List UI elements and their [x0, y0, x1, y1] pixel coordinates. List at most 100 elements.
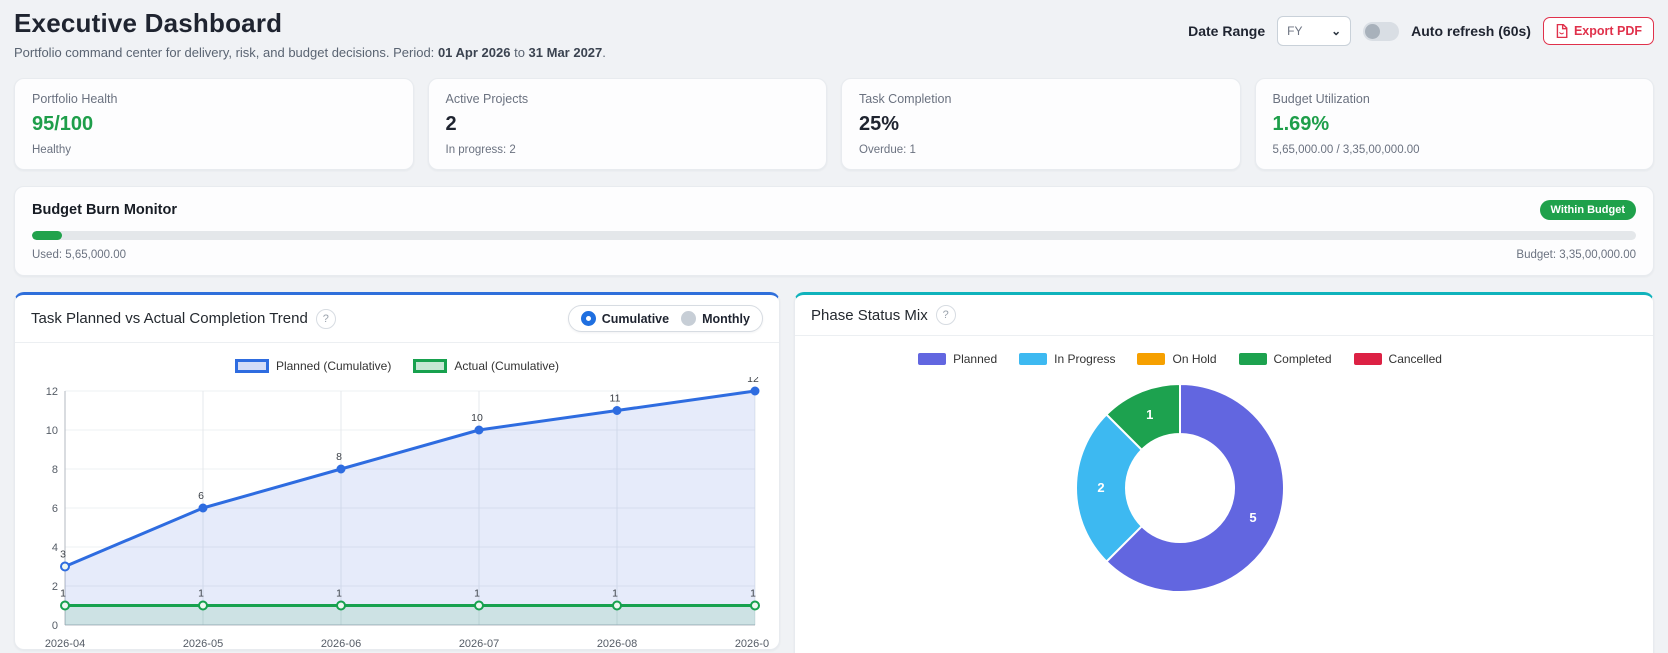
- phase-donut-chart[interactable]: 5 2 1: [805, 370, 1555, 615]
- legend-label: On Hold: [1172, 352, 1217, 366]
- help-icon[interactable]: ?: [935, 305, 956, 325]
- legend-color-box: [234, 359, 269, 373]
- kpi-value: 95/100: [32, 113, 94, 135]
- legend-item[interactable]: Planned (Cumulative): [234, 359, 392, 373]
- kpi-row: Portfolio Health 95/100 Healthy Active P…: [14, 78, 1654, 170]
- auto-refresh-toggle[interactable]: [1363, 21, 1400, 41]
- help-icon[interactable]: ?: [315, 308, 336, 329]
- budget-burn-monitor-card: Budget Burn Monitor Within Budget Used: …: [14, 186, 1654, 276]
- legend-color-swatch: [918, 353, 947, 365]
- date-range-label: Date Range: [1188, 23, 1266, 39]
- kpi-card-active-projects: Active Projects 2 In progress: 2: [427, 78, 827, 170]
- date-range-value: FY: [1287, 24, 1303, 38]
- svg-text:6: 6: [198, 490, 204, 502]
- svg-text:8: 8: [52, 464, 58, 476]
- trend-chart-legend: Planned (Cumulative) Actual (Cumulative): [25, 351, 769, 377]
- legend-label: Planned: [953, 352, 998, 366]
- period-start: 01 Apr 2026: [437, 45, 511, 60]
- page-header: Executive Dashboard Portfolio command ce…: [14, 8, 1654, 60]
- mode-option-monthly[interactable]: Monthly: [681, 311, 750, 326]
- kpi-value: 2: [445, 113, 457, 135]
- svg-text:2026-09: 2026-09: [735, 638, 769, 650]
- phase-chart-legend: Planned In Progress On Hold Completed Cancel…: [805, 344, 1555, 370]
- radio-unselected-icon: [681, 311, 697, 326]
- svg-text:3: 3: [60, 549, 66, 561]
- kpi-label: Active Projects: [445, 92, 529, 106]
- legend-label: Cancelled: [1388, 352, 1442, 366]
- trend-chart-body: Planned (Cumulative) Actual (Cumulative) …: [15, 343, 779, 650]
- executive-dashboard-page: Executive Dashboard Portfolio command ce…: [0, 0, 1668, 653]
- budget-used-label: Used: 5,65,000.00: [32, 249, 126, 261]
- budget-progress-track: [32, 231, 1636, 240]
- svg-text:11: 11: [610, 393, 621, 405]
- phase-title-wrap: Phase Status Mix ?: [811, 305, 956, 325]
- legend-label: In Progress: [1054, 352, 1116, 366]
- page-subtitle: Portfolio command center for delivery, r…: [14, 45, 606, 60]
- legend-color-box: [413, 359, 448, 373]
- kpi-label: Task Completion: [859, 92, 952, 106]
- trend-line-chart-svg: 0 2 4 6 8 10 12 2026-04 2026-05 2026-06 2026-07 202…: [45, 373, 775, 650]
- svg-text:2026-06: 2026-06: [321, 638, 361, 650]
- mode-option-label: Cumulative: [601, 311, 670, 326]
- svg-text:1: 1: [612, 588, 618, 600]
- phase-chart-title: Phase Status Mix: [811, 306, 928, 324]
- kpi-subtext: Overdue: 1: [859, 144, 916, 156]
- svg-text:12: 12: [46, 386, 58, 398]
- svg-text:2026-07: 2026-07: [459, 638, 499, 650]
- legend-color-swatch: [1137, 353, 1166, 365]
- legend-label: Actual (Cumulative): [454, 359, 560, 373]
- svg-text:0: 0: [52, 620, 58, 632]
- subtitle-text: Portfolio command center for delivery, r…: [14, 45, 435, 60]
- trend-chart-header: Task Planned vs Actual Completion Trend …: [15, 295, 779, 343]
- legend-item[interactable]: Completed: [1238, 352, 1332, 366]
- budget-total-label: Budget: 3,35,00,000.00: [1516, 249, 1636, 261]
- header-controls: Date Range FY ⌄ Auto refresh (60s) Expor…: [1188, 16, 1654, 46]
- kpi-subtext: Healthy: [32, 144, 71, 156]
- legend-item[interactable]: On Hold: [1137, 352, 1217, 366]
- legend-color-swatch: [1353, 353, 1382, 365]
- phase-status-card: Phase Status Mix ? Planned In Progress On …: [794, 292, 1654, 653]
- kpi-value: 1.69%: [1272, 113, 1330, 135]
- legend-label: Completed: [1273, 352, 1332, 366]
- svg-text:1: 1: [750, 588, 756, 600]
- legend-item[interactable]: In Progress: [1019, 352, 1115, 366]
- export-pdf-label: Export PDF: [1573, 24, 1642, 38]
- status-badge: Within Budget: [1539, 200, 1636, 220]
- export-pdf-button[interactable]: Export PDF: [1542, 17, 1654, 45]
- svg-text:2026-05: 2026-05: [183, 638, 223, 650]
- header-titles: Executive Dashboard Portfolio command ce…: [14, 8, 606, 60]
- legend-color-swatch: [1238, 353, 1267, 365]
- period-suffix: .: [602, 45, 606, 60]
- svg-text:6: 6: [52, 503, 58, 515]
- kpi-value: 25%: [859, 113, 900, 135]
- budget-burn-title: Budget Burn Monitor: [32, 202, 177, 218]
- auto-refresh-label: Auto refresh (60s): [1411, 23, 1531, 39]
- trend-line-chart[interactable]: 0 2 4 6 8 10 12 2026-04 2026-05 2026-06 2026-07 202…: [25, 373, 775, 650]
- period-end: 31 Mar 2027: [528, 45, 603, 60]
- budget-burn-header: Budget Burn Monitor Within Budget: [32, 200, 1636, 220]
- svg-text:12: 12: [747, 377, 759, 385]
- kpi-label: Budget Utilization: [1272, 92, 1370, 106]
- page-title: Executive Dashboard: [14, 8, 283, 38]
- kpi-card-budget-utilization: Budget Utilization 1.69% 5,65,000.00 / 3…: [1254, 78, 1654, 170]
- budget-progress-fill: [32, 231, 63, 240]
- svg-text:10: 10: [46, 425, 58, 437]
- pdf-file-icon: [1555, 24, 1568, 38]
- phase-donut-chart-svg: 5 2 1: [1075, 382, 1285, 593]
- svg-text:2: 2: [1097, 480, 1104, 495]
- svg-text:5: 5: [1249, 510, 1256, 525]
- svg-text:1: 1: [1146, 407, 1153, 422]
- phase-chart-header: Phase Status Mix ?: [795, 295, 1653, 336]
- trend-title-wrap: Task Planned vs Actual Completion Trend …: [31, 308, 336, 329]
- legend-item[interactable]: Planned: [918, 352, 997, 366]
- mode-option-cumulative[interactable]: Cumulative: [580, 311, 670, 326]
- legend-item[interactable]: Actual (Cumulative): [413, 359, 559, 373]
- chevron-down-icon: ⌄: [1331, 24, 1342, 38]
- legend-label: Planned (Cumulative): [275, 359, 392, 373]
- date-range-select[interactable]: FY ⌄: [1277, 16, 1352, 46]
- legend-color-swatch: [1019, 353, 1048, 365]
- legend-item[interactable]: Cancelled: [1353, 352, 1442, 366]
- radio-selected-icon: [580, 311, 596, 326]
- svg-text:2026-04: 2026-04: [45, 638, 85, 650]
- svg-text:2026-08: 2026-08: [597, 638, 637, 650]
